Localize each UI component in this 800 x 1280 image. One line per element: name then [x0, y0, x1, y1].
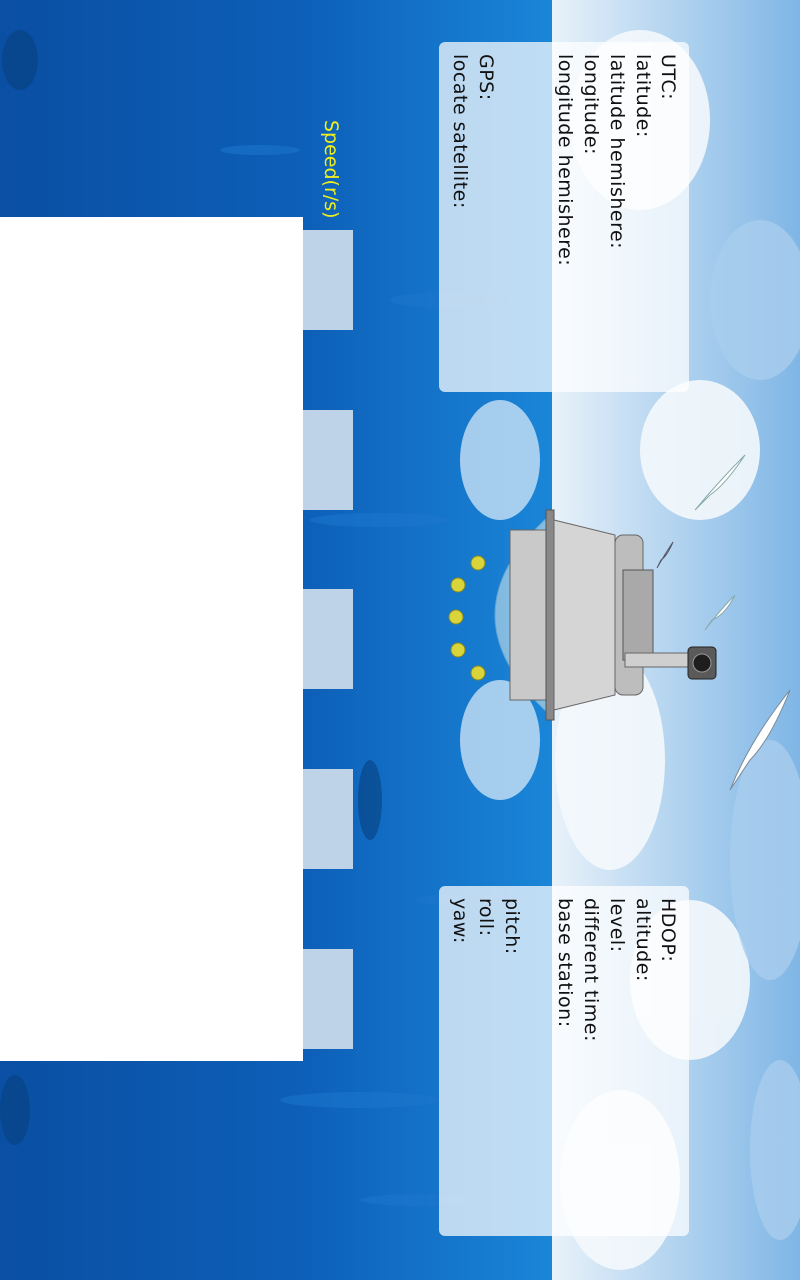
- latitude-hemisphere-label: latitude hemishere:: [606, 54, 628, 250]
- level-label: level:: [606, 898, 628, 953]
- utc-label: UTC:: [657, 54, 679, 101]
- speed-box-4: [303, 769, 353, 869]
- locate-satellite-label: locate satellite:: [449, 54, 471, 209]
- longitude-hemisphere-label: longitude hemishere:: [554, 54, 576, 267]
- hdop-label: HDOP:: [657, 898, 679, 963]
- speed-box-2: [303, 410, 353, 510]
- speed-box-1: [303, 230, 353, 330]
- gps-info-panel: UTC: latitude: latitude hemishere: longi…: [439, 42, 689, 392]
- speed-label: Speed(r/s): [320, 120, 342, 219]
- speed-box-5: [303, 949, 353, 1049]
- seagull-icon: [729, 689, 791, 791]
- video-area[interactable]: [0, 217, 303, 1061]
- underwater-vehicle-icon: [448, 509, 717, 721]
- yaw-label: yaw:: [449, 898, 471, 944]
- speed-box-3: [303, 589, 353, 689]
- roll-label: roll:: [475, 898, 497, 937]
- pitch-label: pitch:: [501, 898, 523, 955]
- latitude-label: latitude:: [632, 54, 654, 138]
- altitude-label: altitude:: [632, 898, 654, 982]
- different-time-label: different time:: [580, 898, 602, 1042]
- gps-label: GPS:: [475, 54, 497, 101]
- base-station-label: base station:: [554, 898, 576, 1028]
- longitude-label: longitude:: [580, 54, 602, 155]
- attitude-info-panel: HDOP: altitude: level: different time: b…: [439, 886, 689, 1236]
